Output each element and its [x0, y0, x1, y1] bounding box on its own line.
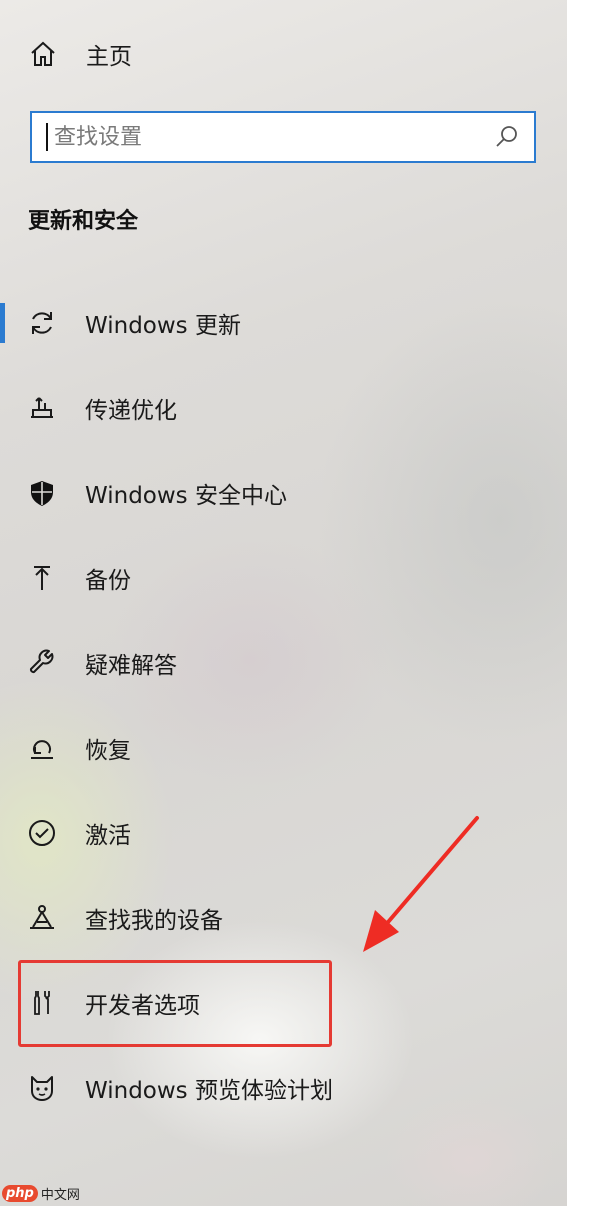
nav-item-windows-update[interactable]: Windows 更新 [0, 293, 567, 353]
wrench-icon [27, 648, 57, 678]
section-title: 更新和安全 [28, 209, 139, 234]
watermark: php 中文网 [2, 1184, 80, 1203]
find-device-icon [27, 903, 57, 933]
delivery-optimization-icon [27, 393, 57, 423]
search-icon[interactable] [494, 124, 520, 150]
screenshot-stage: 主页 更新和安全 Win [0, 0, 600, 1206]
recovery-icon [27, 733, 57, 763]
nav-item-label: 疑难解答 [85, 653, 177, 679]
watermark-text: 中文网 [40, 1188, 80, 1203]
nav-item-label: Windows 安全中心 [85, 483, 287, 509]
nav-item-label: 恢复 [85, 738, 131, 764]
nav-item-backup[interactable]: 备份 [0, 548, 567, 608]
nav-item-label: Windows 更新 [85, 313, 241, 339]
annotation-highlight-box [18, 960, 332, 1047]
search-input[interactable] [48, 117, 494, 157]
backup-arrow-icon [27, 563, 57, 593]
home-label: 主页 [86, 44, 132, 70]
search-box[interactable] [30, 111, 536, 163]
nav-item-insider-program[interactable]: Windows 预览体验计划 [0, 1058, 567, 1118]
home-nav-item[interactable]: 主页 [28, 34, 132, 74]
check-circle-icon [27, 818, 57, 848]
settings-sidebar: 主页 更新和安全 Win [0, 0, 567, 1206]
nav-item-label: 查找我的设备 [85, 908, 223, 934]
nav-item-troubleshoot[interactable]: 疑难解答 [0, 633, 567, 693]
nav-item-delivery-optimization[interactable]: 传递优化 [0, 378, 567, 438]
watermark-logo: php [2, 1185, 38, 1202]
nav-item-label: 备份 [85, 568, 131, 594]
annotation-arrow [363, 816, 479, 952]
nav-item-security-center[interactable]: Windows 安全中心 [0, 463, 567, 523]
nav-item-label: 传递优化 [85, 398, 177, 424]
nav-item-label: 激活 [85, 823, 131, 849]
shield-icon [27, 478, 57, 508]
insider-cat-icon [27, 1073, 57, 1103]
home-icon [28, 39, 58, 69]
sync-icon [27, 308, 57, 338]
nav-item-recovery[interactable]: 恢复 [0, 718, 567, 778]
nav-item-label: Windows 预览体验计划 [85, 1078, 333, 1104]
